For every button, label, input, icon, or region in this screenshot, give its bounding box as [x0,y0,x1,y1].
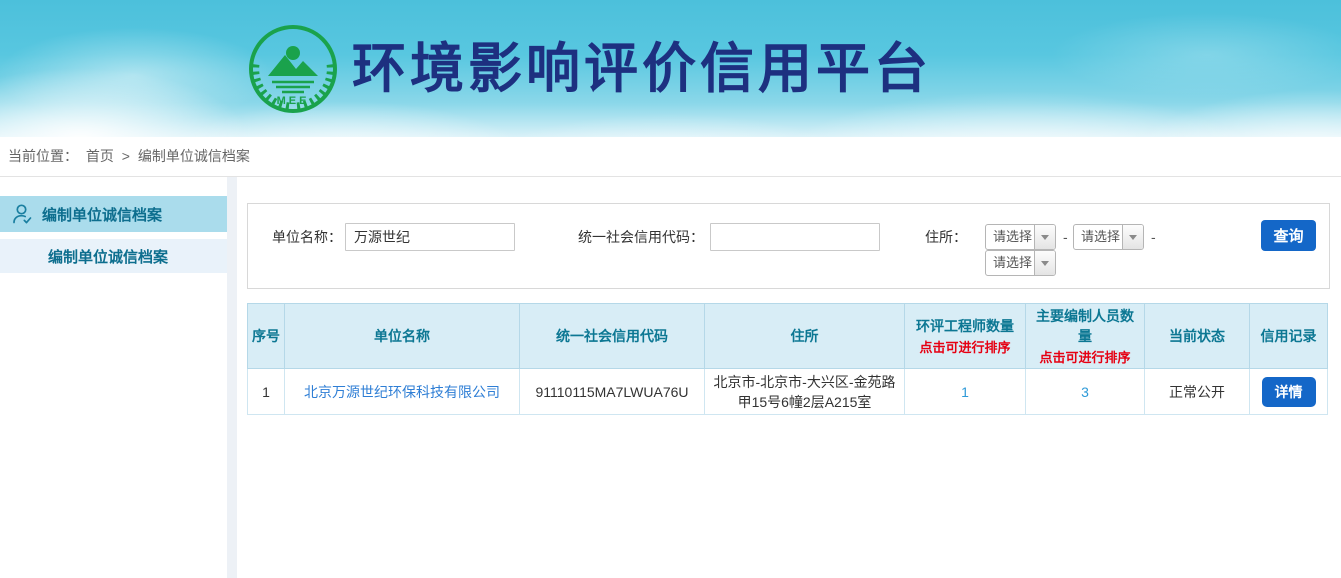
sidebar-item-unit-credit-archive[interactable]: 编制单位诚信档案 [0,196,227,232]
search-form-panel: 单位名称： 统一社会信用代码： 住所： 请选择 - 请选择 - 请选择 查询 [247,203,1330,289]
col-header-staff-count-sort[interactable]: 主要编制人员数量 点击可进行排序 [1026,304,1145,369]
address-city-select[interactable]: 请选择 [1073,224,1144,250]
chevron-down-icon[interactable] [1034,225,1055,249]
company-name-link[interactable]: 北京万源世纪环保科技有限公司 [304,384,500,400]
company-name-input[interactable] [345,223,515,251]
table-header-row: 序号 单位名称 统一社会信用代码 住所 环评工程师数量 点击可进行排序 主要编制… [248,304,1328,369]
search-button[interactable]: 查询 [1261,220,1316,251]
cell-status: 正常公开 [1145,369,1250,415]
results-table: 序号 单位名称 统一社会信用代码 住所 环评工程师数量 点击可进行排序 主要编制… [247,303,1328,415]
mee-logo-icon: MEE [248,24,338,114]
sidebar-subitem-label: 编制单位诚信档案 [48,246,168,267]
breadcrumb-current: 编制单位诚信档案 [138,148,250,164]
col-header-company: 单位名称 [285,304,520,369]
breadcrumb-separator: > [122,148,130,164]
address-city-select-value: 请选择 [1074,225,1122,249]
detail-button[interactable]: 详情 [1262,377,1316,407]
col-header-credit-code: 统一社会信用代码 [520,304,705,369]
main-content: 单位名称： 统一社会信用代码： 住所： 请选择 - 请选择 - 请选择 查询 [247,177,1330,415]
cell-index: 1 [248,369,285,415]
col-header-engineer-count-sort[interactable]: 环评工程师数量 点击可进行排序 [905,304,1026,369]
site-title: 环境影响评价信用平台 [352,40,932,100]
person-check-icon [10,202,34,226]
breadcrumb: 当前位置： 首页 > 编制单位诚信档案 [0,137,1341,177]
staff-sort-hint: 点击可进行排序 [1030,347,1140,366]
credit-code-input[interactable] [710,223,880,251]
address-separator: - [1151,224,1156,250]
engineer-count-link[interactable]: 1 [961,384,969,400]
address-separator: - [1063,224,1068,250]
address-province-select-value: 请选择 [986,225,1034,249]
col-header-index: 序号 [248,304,285,369]
sidebar-divider [227,177,237,578]
col-header-address: 住所 [705,304,905,369]
address-district-select-value: 请选择 [986,251,1034,275]
breadcrumb-label: 当前位置： [8,148,78,164]
breadcrumb-home-link[interactable]: 首页 [86,148,114,164]
engineer-count-header-label: 环评工程师数量 [916,318,1014,334]
col-header-credit-record: 信用记录 [1250,304,1328,369]
page: MEE 环境影响评价信用平台 当前位置： 首页 > 编制单位诚信档案 编制单位诚… [0,0,1341,578]
address-district-select[interactable]: 请选择 [985,250,1056,276]
address-label: 住所： [925,223,967,251]
staff-count-header-label: 主要编制人员数量 [1036,308,1134,344]
table-row: 1 北京万源世纪环保科技有限公司 91110115MA7LWUA76U 北京市-… [248,369,1328,415]
cell-credit-code: 91110115MA7LWUA76U [520,369,705,415]
site-header-banner: MEE 环境影响评价信用平台 [0,0,1341,137]
mee-logo-text: MEE [277,95,310,107]
sidebar: 编制单位诚信档案 编制单位诚信档案 [0,177,227,578]
engineer-sort-hint: 点击可进行排序 [909,337,1021,356]
address-province-select[interactable]: 请选择 [985,224,1056,250]
sidebar-subitem-unit-credit-archive[interactable]: 编制单位诚信档案 [0,239,227,273]
col-header-status: 当前状态 [1145,304,1250,369]
credit-code-label: 统一社会信用代码： [578,223,704,251]
chevron-down-icon[interactable] [1122,225,1143,249]
chevron-down-icon[interactable] [1034,251,1055,275]
sidebar-item-label: 编制单位诚信档案 [42,204,162,225]
cell-address: 北京市-北京市-大兴区-金苑路甲15号6幢2层A215室 [705,369,905,415]
company-name-label: 单位名称： [272,223,342,251]
staff-count-link[interactable]: 3 [1081,384,1089,400]
